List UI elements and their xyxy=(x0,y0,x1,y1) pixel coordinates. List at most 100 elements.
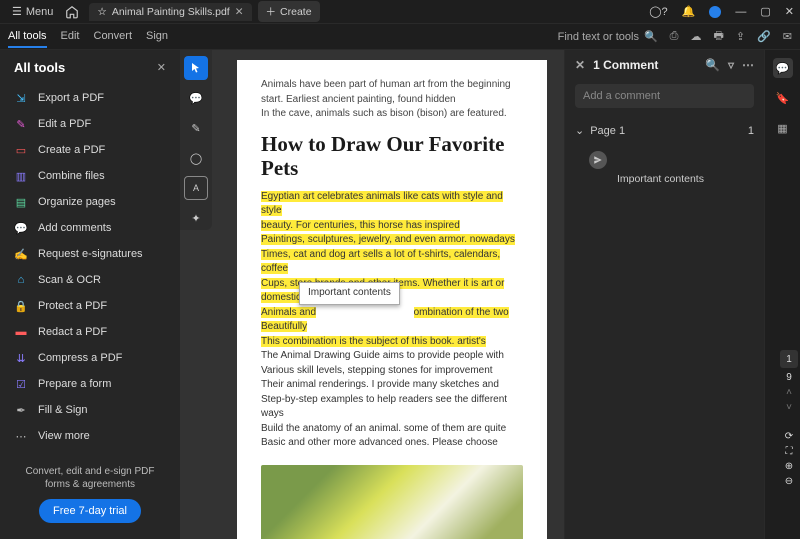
create-button[interactable]: ＋ Create xyxy=(258,1,320,22)
close-window-button[interactable]: ✕ xyxy=(785,5,794,18)
more-icon: ⋯ xyxy=(14,429,28,443)
footer-text: Convert, edit and e-sign PDFforms & agre… xyxy=(12,465,168,491)
tool-label: Export a PDF xyxy=(38,92,104,104)
draw-tool[interactable]: ◯ xyxy=(184,146,208,170)
fit-width-icon[interactable]: ⛶ xyxy=(786,446,793,457)
organize-icon: ▤ xyxy=(14,195,28,209)
comment-icon: 💬 xyxy=(14,221,28,235)
tool-prepare-form[interactable]: ☑ Prepare a form xyxy=(4,371,176,397)
tab-edit[interactable]: Edit xyxy=(61,26,80,48)
tab-title: Animal Painting Skills.pdf xyxy=(112,6,230,18)
tool-label: Edit a PDF xyxy=(38,118,91,130)
menu-label: Menu xyxy=(26,6,54,18)
tool-compress-pdf[interactable]: ⇊ Compress a PDF xyxy=(4,345,176,371)
stamp-tool[interactable]: ✦ xyxy=(184,206,208,230)
star-icon: ☆ xyxy=(97,6,106,18)
search-box[interactable]: Find text or tools 🔍 xyxy=(558,30,658,43)
comments-page-count: 1 xyxy=(748,125,754,137)
tool-fill-sign[interactable]: ✒Fill & Sign xyxy=(4,397,176,423)
cloud-icon[interactable]: ☁ xyxy=(690,30,701,43)
home-icon xyxy=(65,5,79,19)
maximize-button[interactable]: ▢ xyxy=(760,5,770,18)
doc-intro: Animals have been part of human art from… xyxy=(261,78,523,122)
tab-sign[interactable]: Sign xyxy=(146,26,168,48)
tool-label: Prepare a form xyxy=(38,378,111,390)
zoom-out-icon[interactable]: ⊖ xyxy=(785,476,793,487)
account-avatar[interactable] xyxy=(709,6,721,18)
tool-label: View more xyxy=(38,430,90,442)
comment-tool[interactable]: 💬 xyxy=(184,86,208,110)
add-comment-input[interactable]: Add a comment xyxy=(575,84,754,108)
page-indicator[interactable]: 1 xyxy=(780,350,798,368)
more-comments-icon[interactable]: ⋯ xyxy=(742,58,754,72)
tool-label: Add comments xyxy=(38,222,111,234)
comments-page-row[interactable]: ⌄ Page 1 1 xyxy=(565,118,764,143)
create-label: Create xyxy=(280,6,312,18)
redact-icon: ▬ xyxy=(14,325,28,339)
minimize-button[interactable]: — xyxy=(735,6,746,18)
tool-redact-pdf[interactable]: ▬Redact a PDF xyxy=(4,319,176,345)
tool-export-pdf[interactable]: ⇲Export a PDF xyxy=(4,85,176,111)
search-comments-icon[interactable]: 🔍 xyxy=(705,58,720,72)
tool-add-comments[interactable]: 💬 Add comments xyxy=(4,215,176,241)
comments-panel: ✕ 1 Comment 🔍 ▿ ⋯ Add a comment ⌄ Page 1… xyxy=(564,50,764,539)
form-icon: ☑ xyxy=(14,377,28,391)
create-icon: ▭ xyxy=(14,143,28,157)
free-trial-button[interactable]: Free 7-day trial xyxy=(39,499,141,523)
doc-heading: How to Draw Our Favorite Pets xyxy=(261,132,523,180)
bell-icon[interactable]: 🔔 xyxy=(682,5,696,18)
page-total: 9 xyxy=(786,372,792,383)
comment-item[interactable] xyxy=(565,143,764,173)
tool-edit-pdf[interactable]: ✎ Edit a PDF xyxy=(4,111,176,137)
tool-organize-pages[interactable]: ▤ Organize pages xyxy=(4,189,176,215)
zoom-in-icon[interactable]: ⊕ xyxy=(785,461,793,472)
edit-icon: ✎ xyxy=(14,117,28,131)
page-down-icon[interactable]: ˅ xyxy=(786,402,792,413)
chevron-down-icon: ⌄ xyxy=(575,124,584,137)
tool-combine-files[interactable]: ▥Combine files xyxy=(4,163,176,189)
tab-convert[interactable]: Convert xyxy=(94,26,133,48)
link-icon[interactable]: 🔗 xyxy=(757,30,771,43)
tools-sidebar: All tools ✕ ⇲Export a PDF ✎Edit a PDF ▭C… xyxy=(0,50,180,539)
close-comments-icon[interactable]: ✕ xyxy=(575,58,585,72)
doc-body: Egyptian art celebrates animals like cat… xyxy=(261,190,523,451)
scan-icon: ⌂ xyxy=(14,273,28,287)
tab-all-tools[interactable]: All tools xyxy=(8,26,47,48)
home-button[interactable] xyxy=(59,3,85,21)
document-tab[interactable]: ☆ Animal Painting Skills.pdf ✕ xyxy=(89,3,251,21)
close-sidebar-icon[interactable]: ✕ xyxy=(157,61,166,74)
tool-scan-ocr[interactable]: ⌂Scan & OCR xyxy=(4,267,176,293)
print-icon[interactable]: 🖶 xyxy=(713,27,723,46)
search-icon: 🔍 xyxy=(644,30,658,43)
select-tool[interactable] xyxy=(184,56,208,80)
save-icon[interactable]: ⎙ xyxy=(670,30,679,43)
highlight-tooltip: Important contents xyxy=(299,282,400,305)
search-placeholder: Find text or tools xyxy=(558,31,639,43)
tool-label: Request e-signatures xyxy=(38,248,143,260)
comments-title: 1 Comment xyxy=(593,58,658,72)
tool-label: Organize pages xyxy=(38,196,116,208)
pdf-page[interactable]: Animals have been part of human art from… xyxy=(237,60,547,539)
share-icon[interactable]: ⇪ xyxy=(736,30,745,43)
tool-label: Compress a PDF xyxy=(38,352,122,364)
page-up-icon[interactable]: ˄ xyxy=(786,387,792,398)
bookmarks-rail-icon[interactable]: 🔖 xyxy=(773,88,793,108)
compress-icon: ⇊ xyxy=(14,351,28,365)
help-icon[interactable]: ◯? xyxy=(649,5,667,18)
tool-label: Protect a PDF xyxy=(38,300,107,312)
mail-icon[interactable]: ✉ xyxy=(783,30,792,43)
filter-comments-icon[interactable]: ▿ xyxy=(728,58,734,72)
tool-view-more[interactable]: ⋯ View more xyxy=(4,423,176,449)
comments-rail-icon[interactable]: 💬 xyxy=(773,58,793,78)
sign-request-icon: ✍ xyxy=(14,247,28,261)
tool-request-esign[interactable]: ✍ Request e-signatures xyxy=(4,241,176,267)
highlight-tool[interactable]: ✎ xyxy=(184,116,208,140)
rotate-icon[interactable]: ⟳ xyxy=(785,431,793,442)
tool-create-pdf[interactable]: ▭Create a PDF xyxy=(4,137,176,163)
tool-protect-pdf[interactable]: 🔒Protect a PDF xyxy=(4,293,176,319)
text-tool[interactable]: A xyxy=(184,176,208,200)
combine-icon: ▥ xyxy=(14,169,28,183)
close-tab-icon[interactable]: ✕ xyxy=(235,6,244,18)
thumbnails-rail-icon[interactable]: ▦ xyxy=(773,118,793,138)
menu-button[interactable]: ☰ Menu xyxy=(6,3,59,20)
